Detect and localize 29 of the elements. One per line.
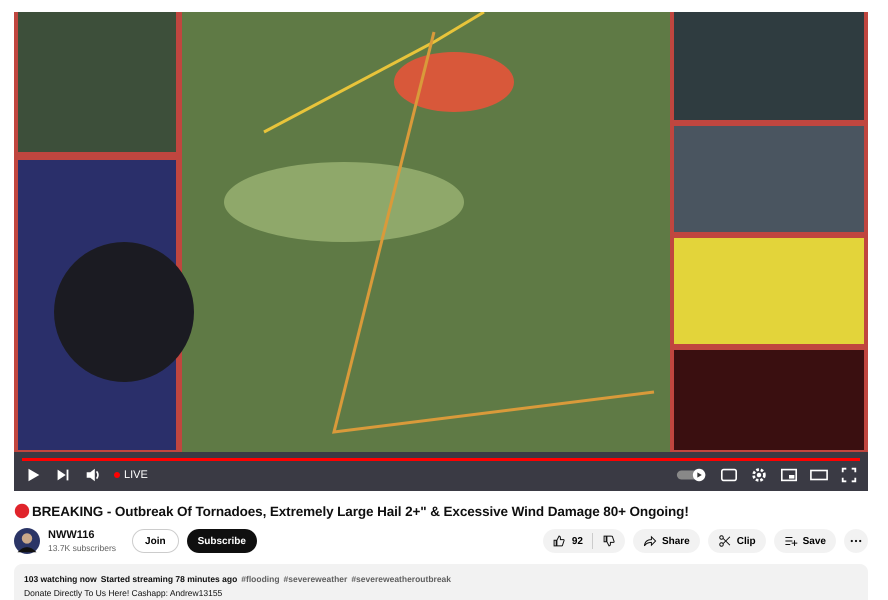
autoplay-toggle-icon[interactable] bbox=[676, 467, 708, 483]
avatar[interactable] bbox=[14, 528, 40, 554]
hashtag-link[interactable]: #severeweather bbox=[284, 572, 348, 586]
thumbs-down-icon bbox=[602, 534, 616, 548]
subscriber-count: 13.7K subscribers bbox=[48, 543, 116, 553]
share-icon bbox=[642, 534, 657, 548]
add-to-playlist-icon bbox=[784, 534, 798, 548]
share-button[interactable]: Share bbox=[632, 529, 700, 553]
captions-icon[interactable] bbox=[720, 466, 738, 484]
description-text: Donate Directly To Us Here! Cashapp: Andrew13155 bbox=[24, 587, 224, 600]
stream-start-time: Started streaming 78 minutes ago bbox=[100, 573, 238, 586]
live-dot-icon bbox=[14, 503, 30, 519]
viewer-count: 103 watching now bbox=[24, 573, 97, 586]
join-button[interactable]: Join bbox=[132, 529, 179, 553]
video-title: BREAKING - Outbreak Of Tornadoes, Extremely Large Hail 2+" & Excessive Wind Damage 80+ Ongoing! bbox=[32, 504, 689, 518]
thumbs-up-icon bbox=[552, 534, 566, 548]
miniplayer-icon[interactable] bbox=[780, 466, 798, 484]
save-button[interactable]: Save bbox=[774, 529, 836, 553]
hashtag-link[interactable]: #flooding bbox=[241, 572, 280, 586]
description-box[interactable]: 103 watching now Started streaming 78 minutes ago #flooding #severeweather #severeweatheroutbreak Donate Directly To Us Here! Cashapp: Andrew13155 bbox=[14, 564, 868, 600]
fullscreen-icon[interactable] bbox=[840, 466, 858, 484]
clip-button[interactable]: Clip bbox=[708, 529, 766, 553]
live-badge[interactable]: LIVE bbox=[114, 469, 148, 481]
more-button[interactable] bbox=[844, 529, 868, 553]
scissors-icon bbox=[718, 534, 732, 548]
settings-icon[interactable] bbox=[750, 466, 768, 484]
channel-name[interactable]: NWW116 bbox=[48, 529, 116, 541]
hashtag-link[interactable]: #severeweatheroutbreak bbox=[351, 572, 452, 586]
subscribe-button[interactable]: Subscribe bbox=[186, 529, 257, 553]
